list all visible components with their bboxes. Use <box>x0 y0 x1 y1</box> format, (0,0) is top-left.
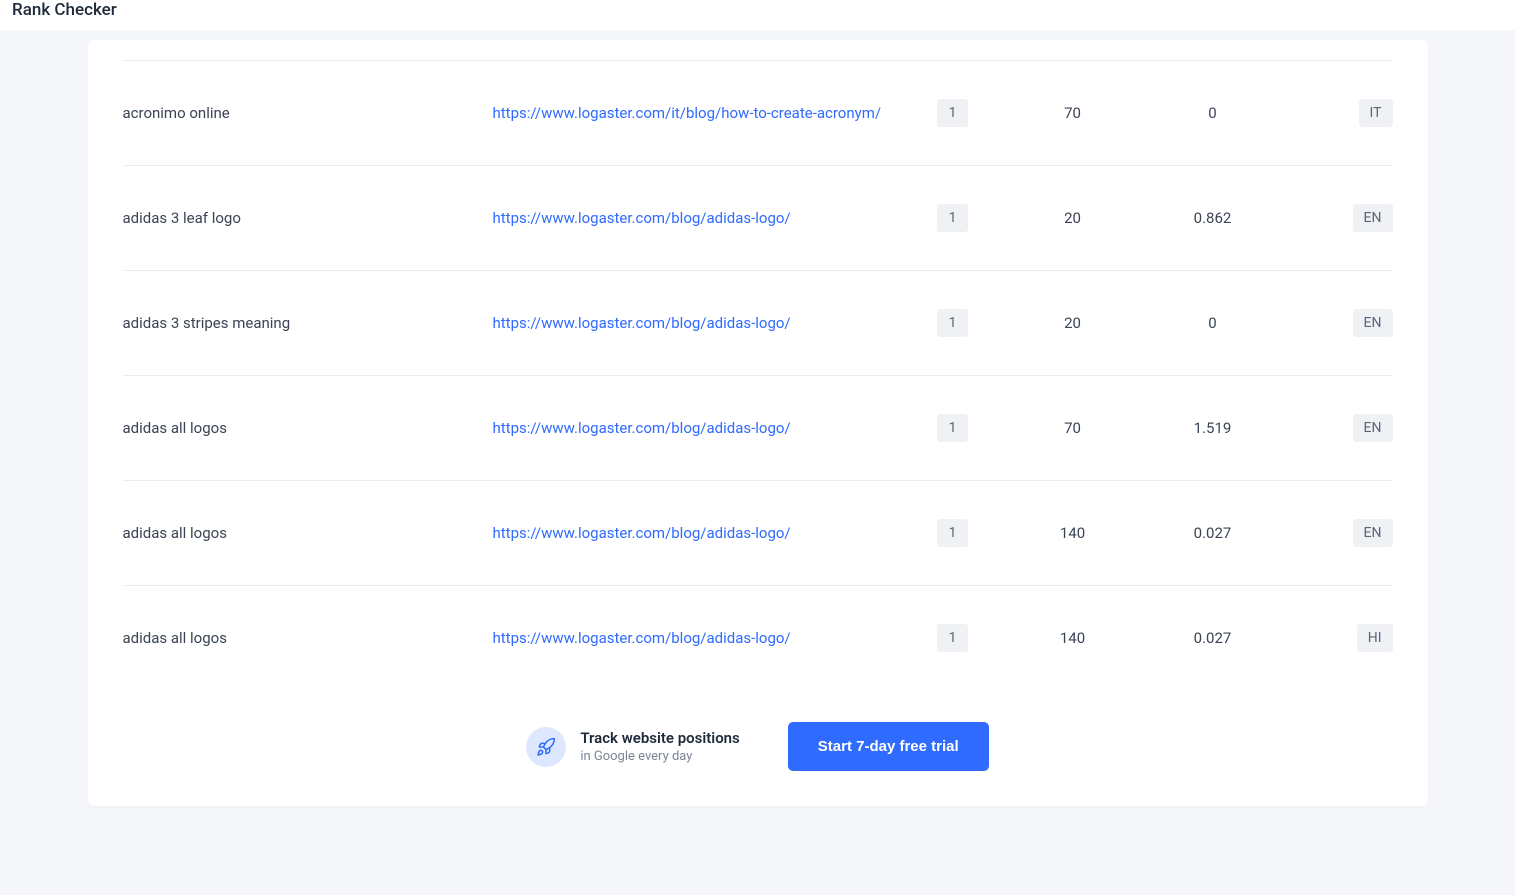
volume-cell: 140 <box>1003 629 1143 647</box>
url-cell: https://www.logaster.com/blog/adidas-log… <box>493 629 903 647</box>
cta-text: Track website positions in Google every … <box>580 729 739 764</box>
table-row: adidas 3 stripes meaning https://www.log… <box>123 271 1393 376</box>
rank-cell: 1 <box>903 204 1003 232</box>
lang-badge: IT <box>1359 99 1393 127</box>
keyword-cell: adidas all logos <box>123 524 493 542</box>
rank-badge: 1 <box>937 99 969 127</box>
url-link[interactable]: https://www.logaster.com/it/blog/how-to-… <box>493 104 882 122</box>
cpc-cell: 0 <box>1143 314 1283 332</box>
lang-badge: HI <box>1357 624 1393 652</box>
lang-badge: EN <box>1353 519 1393 547</box>
rank-cell: 1 <box>903 309 1003 337</box>
cta-info: Track website positions in Google every … <box>526 727 739 767</box>
keyword-cell: adidas 3 leaf logo <box>123 209 493 227</box>
lang-badge: EN <box>1353 204 1393 232</box>
lang-cell: IT <box>1283 99 1393 127</box>
url-cell: https://www.logaster.com/blog/adidas-log… <box>493 209 903 227</box>
start-trial-button[interactable]: Start 7-day free trial <box>788 722 989 771</box>
volume-cell: 140 <box>1003 524 1143 542</box>
table-row: adidas all logos https://www.logaster.co… <box>123 586 1393 690</box>
cta-row: Track website positions in Google every … <box>123 690 1393 771</box>
lang-cell: EN <box>1283 519 1393 547</box>
volume-cell: 20 <box>1003 209 1143 227</box>
rank-cell: 1 <box>903 99 1003 127</box>
lang-cell: EN <box>1283 309 1393 337</box>
cpc-cell: 0.027 <box>1143 524 1283 542</box>
lang-cell: HI <box>1283 624 1393 652</box>
cpc-cell: 0.862 <box>1143 209 1283 227</box>
url-link[interactable]: https://www.logaster.com/blog/adidas-log… <box>493 419 791 437</box>
url-link[interactable]: https://www.logaster.com/blog/adidas-log… <box>493 629 791 647</box>
table-row: adidas 3 leaf logo https://www.logaster.… <box>123 166 1393 271</box>
volume-cell: 70 <box>1003 419 1143 437</box>
volume-cell: 20 <box>1003 314 1143 332</box>
lang-badge: EN <box>1353 309 1393 337</box>
table-row: adidas all logos https://www.logaster.co… <box>123 481 1393 586</box>
rank-badge: 1 <box>937 309 969 337</box>
cta-subtitle: in Google every day <box>580 749 739 764</box>
lang-cell: EN <box>1283 414 1393 442</box>
lang-badge: EN <box>1353 414 1393 442</box>
url-link[interactable]: https://www.logaster.com/blog/adidas-log… <box>493 209 791 227</box>
rank-badge: 1 <box>937 414 969 442</box>
table-row: adidas all logos https://www.logaster.co… <box>123 376 1393 481</box>
cpc-cell: 0 <box>1143 104 1283 122</box>
keyword-cell: adidas all logos <box>123 629 493 647</box>
rank-badge: 1 <box>937 624 969 652</box>
page-header: Rank Checker <box>0 0 1515 30</box>
cta-title: Track website positions <box>580 729 739 747</box>
url-cell: https://www.logaster.com/blog/adidas-log… <box>493 314 903 332</box>
main-container: acronimo online https://www.logaster.com… <box>0 30 1515 846</box>
lang-cell: EN <box>1283 204 1393 232</box>
volume-cell: 70 <box>1003 104 1143 122</box>
keyword-cell: adidas all logos <box>123 419 493 437</box>
cpc-cell: 0.027 <box>1143 629 1283 647</box>
url-cell: https://www.logaster.com/blog/adidas-log… <box>493 419 903 437</box>
rocket-icon <box>526 727 566 767</box>
url-link[interactable]: https://www.logaster.com/blog/adidas-log… <box>493 314 791 332</box>
keyword-cell: acronimo online <box>123 104 493 122</box>
url-link[interactable]: https://www.logaster.com/blog/adidas-log… <box>493 524 791 542</box>
url-cell: https://www.logaster.com/it/blog/how-to-… <box>493 104 903 122</box>
rank-cell: 1 <box>903 519 1003 547</box>
table-row: acronimo online https://www.logaster.com… <box>123 60 1393 166</box>
rank-cell: 1 <box>903 414 1003 442</box>
rank-badge: 1 <box>937 519 969 547</box>
rank-cell: 1 <box>903 624 1003 652</box>
cpc-cell: 1.519 <box>1143 419 1283 437</box>
page-title: Rank Checker <box>12 0 1515 20</box>
results-table: acronimo online https://www.logaster.com… <box>123 60 1393 690</box>
rank-badge: 1 <box>937 204 969 232</box>
keyword-cell: adidas 3 stripes meaning <box>123 314 493 332</box>
url-cell: https://www.logaster.com/blog/adidas-log… <box>493 524 903 542</box>
results-card: acronimo online https://www.logaster.com… <box>88 40 1428 806</box>
